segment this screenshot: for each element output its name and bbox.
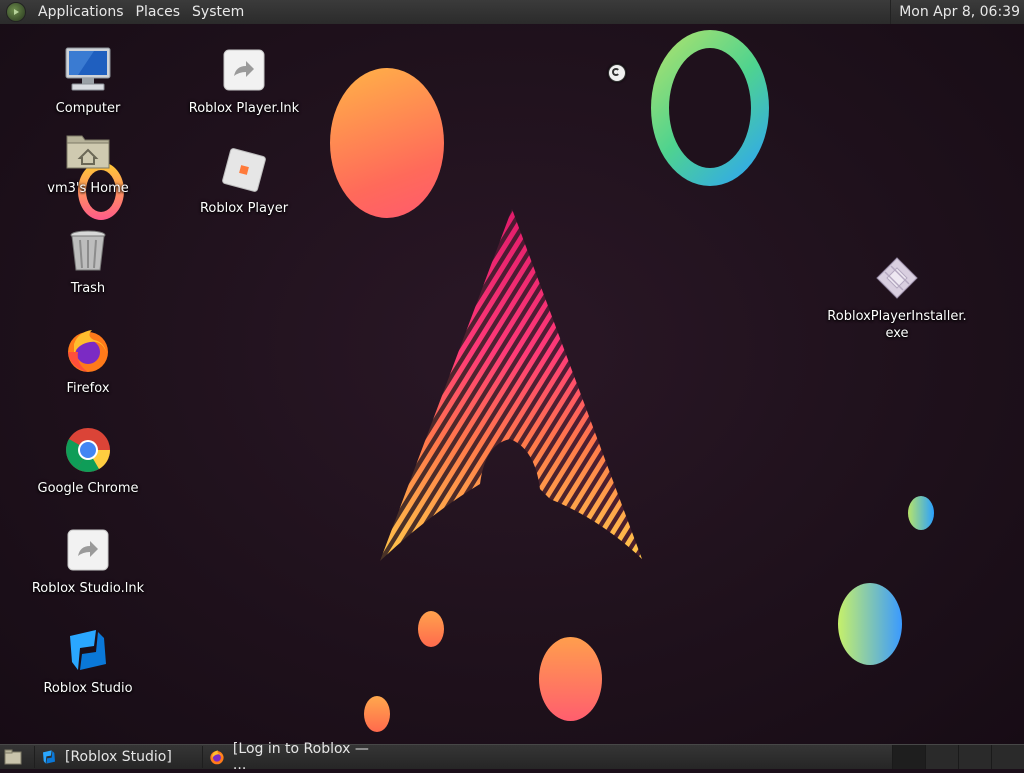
roblox-player-icon — [220, 146, 268, 194]
taskbar-item-label: [Roblox Studio] — [65, 749, 172, 765]
applications-menu[interactable]: Applications — [32, 4, 130, 20]
wallpaper-green-blue-large — [838, 583, 902, 665]
clock[interactable]: Mon Apr 8, 06:39 — [890, 0, 1020, 24]
shortcut-icon — [220, 46, 268, 94]
workspace-2[interactable] — [925, 745, 958, 769]
top-panel: Applications Places System Mon Apr 8, 06… — [0, 0, 1024, 25]
mouse-cursor-icon — [608, 64, 626, 82]
desktop-icon-trash[interactable]: Trash — [18, 226, 158, 297]
workspace-switcher — [892, 745, 1024, 769]
wallpaper-orange-oval — [330, 68, 444, 218]
desktop-icon-roblox-player[interactable]: Roblox Player — [174, 146, 314, 217]
shortcut-icon — [64, 526, 112, 574]
firefox-icon — [64, 326, 112, 374]
desktop[interactable]: Computer vm3's Home Trash Firefox Google… — [0, 24, 1024, 744]
taskbar-item-firefox-login[interactable]: [Log in to Roblox — ... — [202, 741, 392, 773]
bottom-panel: [Roblox Studio] [Log in to Roblox — ... — [0, 741, 1024, 773]
workspace-4[interactable] — [991, 745, 1024, 769]
roblox-studio-icon — [43, 750, 55, 764]
workspace-3[interactable] — [958, 745, 991, 769]
exe-file-icon — [873, 254, 921, 302]
desktop-icon-firefox[interactable]: Firefox — [18, 326, 158, 397]
computer-icon — [64, 46, 112, 94]
wallpaper-orange-dot-2 — [539, 637, 602, 721]
desktop-icon-chrome[interactable]: Google Chrome — [18, 426, 158, 497]
places-menu[interactable]: Places — [130, 4, 187, 20]
system-menu[interactable]: System — [186, 4, 250, 20]
workspace-1[interactable] — [892, 745, 925, 769]
firefox-icon — [210, 750, 224, 765]
wallpaper-green-blue-small — [908, 496, 934, 530]
show-desktop-button[interactable] — [2, 748, 24, 766]
desktop-icon-roblox-player-lnk[interactable]: Roblox Player.lnk — [174, 46, 314, 117]
desktop-icon-roblox-studio-lnk[interactable]: Roblox Studio.lnk — [18, 526, 158, 597]
taskbar-item-roblox-studio[interactable]: [Roblox Studio] — [34, 746, 194, 768]
wallpaper-orange-dot-3 — [364, 696, 390, 732]
show-desktop-icon — [4, 749, 22, 765]
chrome-icon — [64, 426, 112, 474]
desktop-icon-roblox-studio[interactable]: Roblox Studio — [18, 626, 158, 697]
wallpaper-arch-logo — [380, 209, 642, 561]
desktop-icon-home[interactable]: vm3's Home — [18, 126, 158, 197]
trash-icon — [64, 226, 112, 274]
taskbar-item-label: [Log in to Roblox — ... — [232, 741, 369, 773]
wallpaper-gradient-ring — [651, 30, 769, 186]
roblox-studio-icon — [64, 626, 112, 674]
home-folder-icon — [64, 126, 112, 174]
desktop-icon-computer[interactable]: Computer — [18, 46, 158, 117]
desktop-icon-roblox-installer-exe[interactable]: RobloxPlayerInstaller. exe — [827, 254, 967, 342]
wallpaper-orange-dot-1 — [418, 611, 444, 647]
distro-logo-icon[interactable] — [6, 2, 26, 22]
